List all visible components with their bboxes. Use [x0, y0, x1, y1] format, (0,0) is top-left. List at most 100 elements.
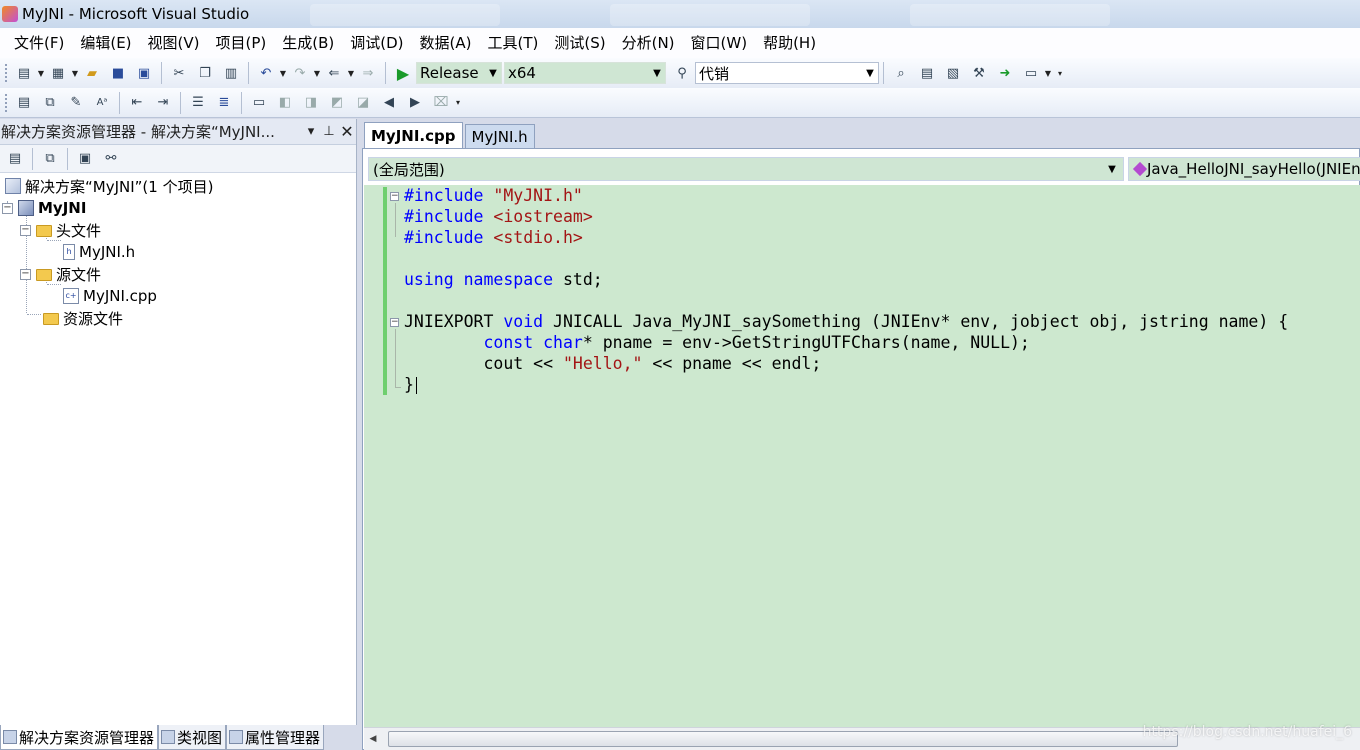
- outline-collapse-icon[interactable]: −: [390, 192, 399, 201]
- chevron-down-icon[interactable]: ▼: [485, 68, 501, 79]
- find-icon[interactable]: ⌕: [891, 63, 911, 83]
- collapse-icon[interactable]: −: [20, 224, 31, 236]
- menu-project[interactable]: 项目(P): [208, 28, 275, 58]
- toolbar-separator: [883, 62, 884, 84]
- solution-explorer-title: 解决方案资源管理器 - 解决方案“MyJNI...: [1, 123, 275, 141]
- navigate-forward-icon[interactable]: ⇒: [358, 63, 378, 83]
- redo-icon[interactable]: ↷: [290, 63, 310, 83]
- view-class-diagram-icon[interactable]: ⚯: [101, 149, 121, 169]
- toolbar-grip[interactable]: [4, 92, 8, 113]
- undo-icon[interactable]: ↶: [256, 63, 276, 83]
- next-bookmark-icon[interactable]: ◨: [301, 93, 321, 113]
- tree-item-solution[interactable]: 解决方案“MyJNI”(1 个项目): [5, 175, 213, 197]
- properties-icon[interactable]: ▤: [5, 149, 25, 169]
- collapse-icon[interactable]: −: [2, 202, 13, 214]
- menu-view[interactable]: 视图(V): [140, 28, 208, 58]
- previous-bookmark-in-document-icon[interactable]: ◀: [379, 93, 399, 113]
- title-bar: MyJNI - Microsoft Visual Studio: [0, 0, 1360, 28]
- toolbar-overflow-icon[interactable]: ▾: [454, 93, 462, 113]
- toolbox-icon[interactable]: ⚒: [969, 63, 989, 83]
- open-folder-icon[interactable]: ▰: [82, 63, 102, 83]
- chevron-down-icon[interactable]: ▼: [279, 63, 287, 83]
- chevron-down-icon[interactable]: ▼: [347, 63, 355, 83]
- find-input[interactable]: 代销: [696, 63, 862, 84]
- tab-myjni-cpp[interactable]: MyJNI.cpp: [364, 122, 463, 148]
- code-editor[interactable]: − − #include "MyJNI.h" #include <iostrea…: [364, 185, 1360, 727]
- uncomment-icon[interactable]: ≣: [214, 93, 234, 113]
- menu-debug[interactable]: 调试(D): [342, 28, 411, 58]
- command-window-icon[interactable]: ▭: [1021, 63, 1041, 83]
- chevron-down-icon[interactable]: ▼: [313, 63, 321, 83]
- tab-myjni-h[interactable]: MyJNI.h: [464, 124, 535, 148]
- cut-icon[interactable]: ✂: [169, 63, 189, 83]
- complete-word-icon[interactable]: Aᵃ: [92, 93, 112, 113]
- tree-item-header-files[interactable]: − 头文件: [20, 219, 101, 241]
- save-all-icon[interactable]: ▣: [134, 63, 154, 83]
- collapse-icon[interactable]: −: [20, 268, 31, 280]
- menu-file[interactable]: 文件(F): [6, 28, 72, 58]
- tab-solution-explorer[interactable]: 解决方案资源管理器: [0, 725, 159, 750]
- menu-help[interactable]: 帮助(H): [755, 28, 824, 58]
- tab-class-view[interactable]: 类视图: [158, 725, 227, 750]
- new-project-icon[interactable]: ▤: [14, 63, 34, 83]
- chevron-down-icon[interactable]: ▼: [1101, 164, 1123, 175]
- show-all-files-icon[interactable]: ⧉: [40, 149, 60, 169]
- tree-item-resource-files[interactable]: 资源文件: [43, 307, 123, 329]
- tree-item-myjni-cpp[interactable]: c+ MyJNI.cpp: [63, 285, 157, 307]
- scope-dropdown[interactable]: (全局范围) ▼: [368, 157, 1124, 181]
- view-code-icon[interactable]: ▣: [75, 149, 95, 169]
- increase-indent-icon[interactable]: ⇥: [153, 93, 173, 113]
- solution-explorer-icon: [3, 730, 17, 744]
- properties-icon[interactable]: ▧: [943, 63, 963, 83]
- copy-icon[interactable]: ❐: [195, 63, 215, 83]
- parameter-info-icon[interactable]: ⧉: [40, 93, 60, 113]
- find-in-files-icon[interactable]: ⚲: [672, 63, 692, 83]
- paste-icon[interactable]: ▥: [221, 63, 241, 83]
- solution-configuration-dropdown[interactable]: Release ▼: [416, 62, 502, 84]
- next-bookmark-in-folder-icon[interactable]: ◪: [353, 93, 373, 113]
- close-icon[interactable]: ✕: [338, 122, 356, 141]
- add-item-icon[interactable]: ▦: [48, 63, 68, 83]
- menu-analyze[interactable]: 分析(N): [614, 28, 683, 58]
- solution-platform-dropdown[interactable]: x64 ▼: [504, 62, 666, 84]
- scrollbar-thumb[interactable]: [388, 731, 1178, 747]
- menu-data[interactable]: 数据(A): [412, 28, 480, 58]
- start-page-icon[interactable]: ➜: [995, 63, 1015, 83]
- clear-bookmarks-icon[interactable]: ⌧: [431, 93, 451, 113]
- menu-tools[interactable]: 工具(T): [479, 28, 546, 58]
- solution-explorer-icon[interactable]: ▤: [917, 63, 937, 83]
- menu-build[interactable]: 生成(B): [274, 28, 342, 58]
- menu-edit[interactable]: 编辑(E): [72, 28, 139, 58]
- chevron-down-icon[interactable]: ▼: [649, 68, 665, 79]
- next-bookmark-in-document-icon[interactable]: ▶: [405, 93, 425, 113]
- window-position-icon[interactable]: ▾: [302, 124, 320, 139]
- quick-info-icon[interactable]: ✎: [66, 93, 86, 113]
- scroll-left-icon[interactable]: ◀: [364, 734, 382, 744]
- start-debugging-icon[interactable]: ▶: [393, 63, 413, 83]
- chevron-down-icon[interactable]: ▼: [71, 63, 79, 83]
- menu-test[interactable]: 测试(S): [546, 28, 613, 58]
- previous-bookmark-in-folder-icon[interactable]: ◩: [327, 93, 347, 113]
- toggle-bookmark-icon[interactable]: ▭: [249, 93, 269, 113]
- chevron-down-icon[interactable]: ▼: [862, 68, 878, 79]
- toolbar-overflow-icon[interactable]: ▾: [1056, 63, 1064, 83]
- tree-item-project[interactable]: − MyJNI: [2, 197, 86, 219]
- tree-item-source-files[interactable]: − 源文件: [20, 263, 101, 285]
- chevron-down-icon[interactable]: ▼: [37, 63, 45, 83]
- auto-hide-pin-icon[interactable]: ⊥: [320, 124, 338, 139]
- object-members-icon[interactable]: ▤: [14, 93, 34, 113]
- find-combo[interactable]: 代销 ▼: [695, 62, 879, 84]
- previous-bookmark-icon[interactable]: ◧: [275, 93, 295, 113]
- comment-out-icon[interactable]: ☰: [188, 93, 208, 113]
- menu-window[interactable]: 窗口(W): [683, 28, 756, 58]
- tree-item-myjni-h[interactable]: h MyJNI.h: [63, 241, 135, 263]
- code-text[interactable]: #include "MyJNI.h" #include <iostream> #…: [404, 185, 1288, 395]
- toolbar-grip[interactable]: [4, 63, 8, 83]
- chevron-down-icon[interactable]: ▼: [1044, 63, 1052, 83]
- save-icon[interactable]: ■: [108, 63, 128, 83]
- function-dropdown[interactable]: Java_HelloJNI_sayHello(JNIEnv: [1128, 157, 1360, 181]
- tab-property-manager[interactable]: 属性管理器: [226, 725, 325, 750]
- decrease-indent-icon[interactable]: ⇤: [127, 93, 147, 113]
- outline-collapse-icon[interactable]: −: [390, 318, 399, 327]
- navigate-backward-icon[interactable]: ⇐: [324, 63, 344, 83]
